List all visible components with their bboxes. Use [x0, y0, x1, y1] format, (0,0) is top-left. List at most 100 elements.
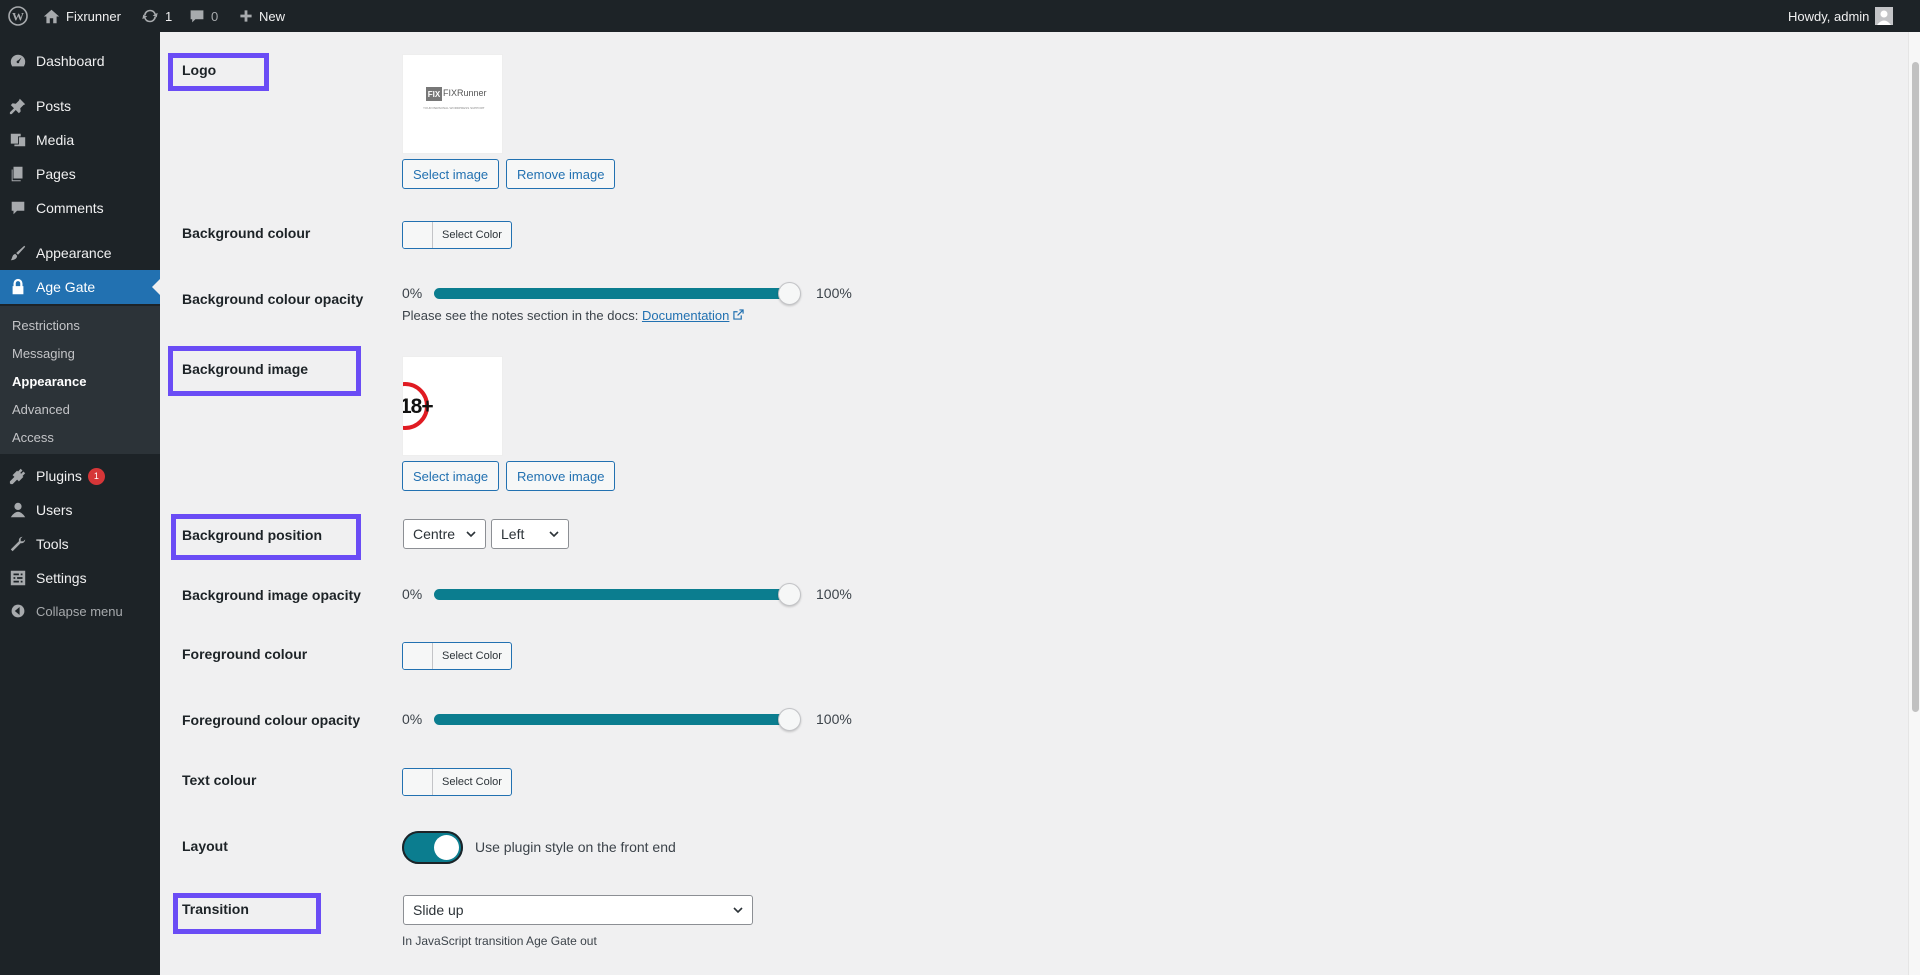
sidebar-item-comments[interactable]: Comments [0, 191, 160, 225]
transition-select[interactable]: Slide up [403, 895, 753, 925]
wordpress-logo-menu[interactable]: W [8, 0, 28, 32]
admin-bar: W Fixrunner 1 0 New Howdy, admin [0, 0, 1920, 32]
text-colour-picker-button[interactable]: Select Color [402, 768, 512, 796]
background-position-horizontal-select[interactable]: Left [491, 519, 569, 549]
layout-label: Layout [182, 838, 228, 854]
sidebar-item-media[interactable]: Media [0, 123, 160, 157]
slider-track[interactable] [434, 282, 801, 305]
background-image-opacity-slider[interactable]: 0% 100% [402, 582, 852, 606]
current-menu-arrow [152, 279, 160, 295]
sidebar-item-age-gate[interactable]: Age Gate [0, 270, 160, 304]
background-colour-opacity-label: Background colour opacity [182, 291, 364, 307]
sidebar-item-users[interactable]: Users [0, 493, 160, 527]
select-color-label: Select Color [442, 229, 502, 241]
account-menu[interactable]: Howdy, admin [1788, 0, 1894, 32]
site-name-link[interactable]: Fixrunner [43, 0, 121, 32]
background-colour-picker-button[interactable]: Select Color [402, 221, 512, 249]
comments-link[interactable]: 0 [189, 0, 218, 32]
slider-fill [434, 714, 799, 725]
sidebar-item-tools[interactable]: Tools [0, 527, 160, 561]
chevron-down-icon [549, 531, 559, 538]
background-image-label: Background image [182, 361, 309, 377]
new-content-link[interactable]: New [239, 0, 285, 32]
submenu-item-appearance[interactable]: Appearance [12, 374, 86, 389]
tools-icon [8, 534, 28, 554]
sidebar-item-label: Pages [36, 166, 76, 182]
foreground-colour-picker-button[interactable]: Select Color [402, 642, 512, 670]
background-select-image-button[interactable]: Select image [402, 461, 500, 491]
note-text: Please see the notes section in the docs… [402, 308, 639, 323]
svg-text:W: W [12, 10, 24, 24]
sidebar-item-label: Comments [36, 200, 104, 216]
color-swatch [403, 769, 433, 795]
background-remove-image-button[interactable]: Remove image [506, 461, 616, 491]
pin-icon [8, 96, 28, 116]
plugins-update-badge: 1 [87, 467, 105, 485]
updates-icon [142, 9, 158, 23]
foreground-colour-opacity-slider[interactable]: 0% 100% [402, 707, 852, 731]
select-color-label: Select Color [442, 776, 502, 788]
background-colour-label: Background colour [182, 225, 311, 241]
submenu-item-restrictions[interactable]: Restrictions [12, 318, 80, 333]
slider-thumb[interactable] [778, 282, 801, 305]
select-value: Slide up [413, 902, 464, 918]
logo-select-image-button[interactable]: Select image [402, 159, 500, 189]
transition-label: Transition [182, 901, 249, 917]
foreground-colour-opacity-label: Foreground colour opacity [182, 712, 361, 728]
documentation-note: Please see the notes section in the docs… [402, 308, 744, 323]
color-swatch [403, 222, 433, 248]
background-colour-opacity-slider[interactable]: 0% 100% [402, 281, 852, 305]
slider-track[interactable] [434, 583, 801, 606]
sidebar-item-label: Dashboard [36, 53, 105, 69]
page-scrollbar[interactable] [1908, 32, 1920, 975]
submenu-item-access[interactable]: Access [12, 430, 54, 445]
sidebar-item-label: Users [36, 502, 73, 518]
logo-preview-text: FIXRunner [443, 88, 487, 98]
media-icon [8, 130, 28, 150]
chevron-down-icon [733, 907, 743, 914]
age-gate-submenu: Restrictions Messaging Appearance Advanc… [0, 306, 160, 454]
sidebar-item-dashboard[interactable]: Dashboard [0, 44, 160, 78]
site-name: Fixrunner [66, 8, 121, 24]
sidebar-item-pages[interactable]: Pages [0, 157, 160, 191]
dashboard-icon [8, 51, 28, 71]
collapse-menu-label: Collapse menu [36, 603, 123, 619]
toggle-knob [434, 835, 459, 860]
sidebar-item-label: Settings [36, 570, 87, 586]
plugin-style-toggle[interactable] [402, 831, 463, 864]
plugins-icon [8, 466, 28, 486]
slider-min-label: 0% [402, 285, 423, 301]
submenu-item-messaging[interactable]: Messaging [12, 346, 75, 361]
select-color-label: Select Color [442, 650, 502, 662]
slider-thumb[interactable] [778, 708, 801, 731]
collapse-menu-button[interactable]: Collapse menu [0, 594, 160, 628]
comment-bubble-icon [190, 10, 204, 23]
sidebar-item-label: Posts [36, 98, 72, 114]
pages-icon [8, 164, 28, 184]
sidebar-item-label: Plugins [36, 468, 82, 484]
documentation-link[interactable]: Documentation [642, 308, 729, 323]
logo-remove-image-button[interactable]: Remove image [506, 159, 616, 189]
age-sign-text: 18+ [402, 395, 434, 418]
slider-fill [434, 589, 799, 600]
chevron-down-icon [466, 531, 476, 538]
updates-link[interactable]: 1 [141, 0, 172, 32]
sidebar-item-appearance[interactable]: Appearance [0, 236, 160, 270]
logo-preview-image: FIX FIXRunner YOUR PERSONAL WORDPRESS SU… [402, 54, 503, 154]
sidebar-item-posts[interactable]: Posts [0, 89, 160, 123]
sidebar-item-plugins[interactable]: Plugins 1 [0, 459, 160, 493]
foreground-colour-label: Foreground colour [182, 646, 308, 662]
updates-count: 1 [165, 8, 173, 24]
logo-label: Logo [182, 62, 217, 78]
slider-thumb[interactable] [778, 583, 801, 606]
sidebar-item-settings[interactable]: Settings [0, 561, 160, 595]
background-position-vertical-select[interactable]: Centre [403, 519, 486, 549]
plugin-style-toggle-label: Use plugin style on the front end [475, 839, 676, 855]
brush-icon [8, 243, 28, 263]
users-icon [8, 500, 28, 520]
scrollbar-thumb[interactable] [1912, 62, 1919, 712]
slider-track[interactable] [434, 708, 801, 731]
select-value: Centre [413, 526, 456, 542]
submenu-item-advanced[interactable]: Advanced [12, 402, 70, 417]
select-value: Left [501, 526, 525, 542]
